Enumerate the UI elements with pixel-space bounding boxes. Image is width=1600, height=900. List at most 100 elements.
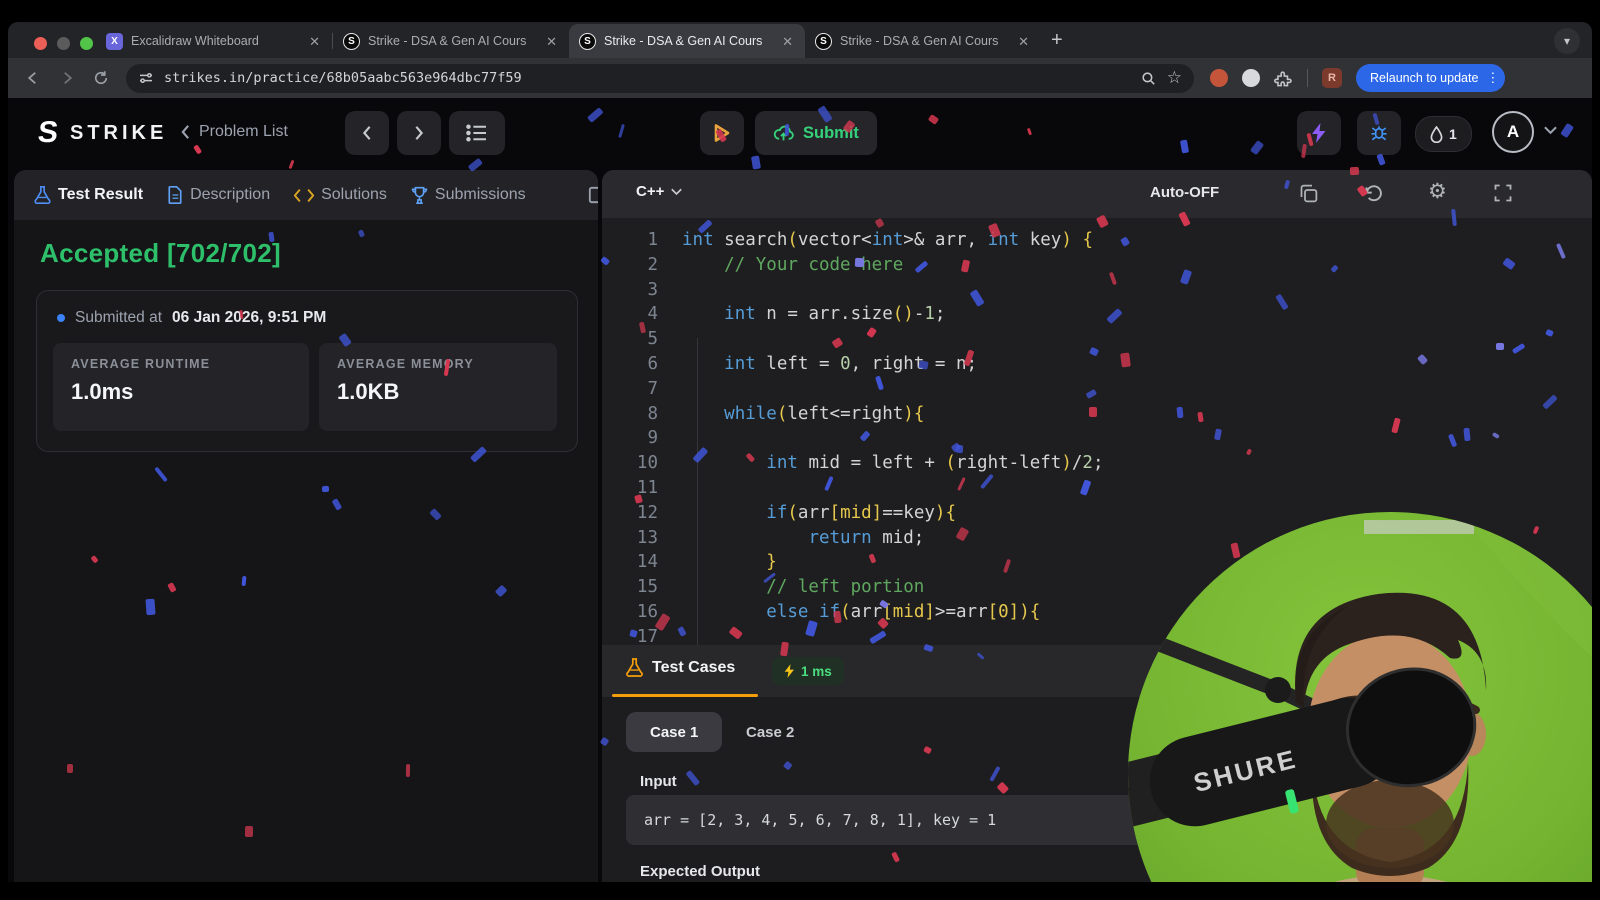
tab-close-icon[interactable]: ✕	[780, 33, 795, 50]
strike-logo-icon[interactable]: S	[36, 116, 59, 150]
account-chevron-icon[interactable]	[1544, 126, 1557, 135]
code-line[interactable]: 11	[602, 476, 1592, 501]
code-line[interactable]: 1 int search(vector<int>& arr, int key) {	[602, 228, 1592, 253]
testcases-label: Test Cases	[652, 658, 736, 676]
line-number: 8	[647, 403, 658, 424]
brand-name[interactable]: STRIKE	[70, 122, 167, 145]
back-icon[interactable]	[24, 69, 42, 87]
code-line[interactable]: 10 int mid = left + (right-left)/2;	[602, 451, 1592, 476]
bookmark-star-icon[interactable]: ☆	[1167, 68, 1182, 88]
language-label: C++	[636, 183, 665, 200]
new-tab-button[interactable]: +	[1051, 29, 1063, 52]
tab-close-icon[interactable]: ✕	[544, 33, 559, 50]
tab-solutions[interactable]: Solutions	[294, 186, 387, 204]
code-line[interactable]: 8 while(left<=right){	[602, 402, 1592, 427]
submit-button[interactable]: Submit	[755, 111, 877, 155]
chevron-left-icon	[181, 125, 189, 139]
runtime-badge: 1 ms	[772, 657, 844, 685]
expected-output-label: Expected Output	[640, 863, 761, 880]
code-brackets-icon	[294, 188, 315, 202]
code-line[interactable]: 2 // Your code here	[602, 253, 1592, 278]
browser-profile-avatar[interactable]: R	[1322, 68, 1342, 88]
problem-list-link[interactable]: Problem List	[180, 123, 288, 141]
code-line[interactable]: 3	[602, 278, 1592, 303]
case-1-button[interactable]: Case 1	[626, 712, 723, 752]
copy-icon[interactable]	[1298, 183, 1319, 204]
tab-test-cases[interactable]: Test Cases	[626, 658, 735, 677]
forward-icon[interactable]	[58, 69, 76, 87]
streak-counter[interactable]: 1	[1415, 116, 1472, 152]
case-2-button[interactable]: Case 2	[730, 712, 810, 752]
editor-settings-gear-icon[interactable]: ⚙	[1428, 179, 1447, 204]
line-number: 3	[647, 279, 658, 300]
debug-button[interactable]	[1357, 111, 1401, 155]
letterbox-top	[0, 0, 1600, 22]
browser-toolbar: strikes.in/practice/68b05aabc563e964dbc7…	[8, 58, 1592, 98]
code-line[interactable]: 9	[602, 426, 1592, 451]
line-number: 14	[636, 552, 658, 573]
tab-search-chevron-button[interactable]: ▾	[1554, 28, 1580, 54]
fullscreen-icon[interactable]	[1493, 183, 1513, 203]
code-line[interactable]: 7	[602, 377, 1592, 402]
tab-test-result[interactable]: Test Result	[34, 186, 143, 204]
code-text: int n = arr.size()-1;	[724, 304, 946, 325]
status-accepted: Accepted	[40, 238, 160, 268]
run-button[interactable]	[700, 111, 744, 155]
browser-tab-strike-3[interactable]: S Strike - DSA & Gen AI Cours ✕	[805, 24, 1041, 58]
prev-problem-button[interactable]	[345, 111, 389, 155]
line-number: 6	[647, 353, 658, 374]
extension-icons: R	[1210, 68, 1342, 88]
bullet-dot-icon	[57, 314, 65, 322]
line-number: 5	[647, 329, 658, 350]
problem-list-label: Problem List	[199, 123, 288, 140]
user-avatar[interactable]: A	[1492, 111, 1534, 153]
refresh-icon[interactable]	[92, 69, 110, 87]
letterbox-bottom	[0, 882, 1600, 900]
browser-tab-excalidraw[interactable]: X Excalidraw Whiteboard ✕	[96, 24, 332, 58]
reset-code-icon[interactable]	[1363, 183, 1384, 204]
extension-orange-icon[interactable]	[1210, 69, 1228, 87]
autocomplete-toggle[interactable]: Auto-OFF	[1150, 184, 1219, 201]
input-label: Input	[640, 773, 677, 790]
browser-tab-strike-1[interactable]: S Strike - DSA & Gen AI Cours ✕	[333, 24, 569, 58]
result-panel: Test Result Description Solutions Submis…	[14, 170, 598, 882]
browser-tab-strike-2-active[interactable]: S Strike - DSA & Gen AI Cours ✕	[569, 24, 805, 58]
status-score: [702/702]	[166, 238, 281, 268]
window-maximize-button[interactable]	[80, 37, 93, 50]
power-ups-button[interactable]	[1297, 111, 1341, 155]
language-selector[interactable]: C++	[636, 183, 683, 200]
next-problem-button[interactable]	[397, 111, 441, 155]
tab-close-icon[interactable]: ✕	[1016, 33, 1031, 50]
browser-menu-icon[interactable]: ⋮	[1486, 70, 1499, 86]
notes-icon[interactable]	[588, 186, 598, 204]
tab-description[interactable]: Description	[167, 186, 270, 204]
submit-label: Submit	[803, 123, 859, 142]
line-number: 9	[647, 428, 658, 449]
code-text: int mid = left + (right-left)/2;	[766, 453, 1104, 474]
url-bar[interactable]: strikes.in/practice/68b05aabc563e964dbc7…	[126, 63, 1194, 93]
strike-favicon-icon: S	[343, 32, 360, 50]
extensions-puzzle-icon[interactable]	[1274, 69, 1293, 88]
zoom-icon[interactable]	[1140, 70, 1157, 87]
site-info-icon[interactable]	[138, 70, 154, 86]
code-text: }	[766, 552, 777, 573]
code-line[interactable]: 6 int left = 0, right = n;	[602, 352, 1592, 377]
tab-title: Excalidraw Whiteboard	[131, 34, 259, 48]
window-minimize-button[interactable]	[57, 37, 70, 50]
line-number: 1	[647, 230, 658, 250]
line-number: 10	[636, 453, 658, 474]
url-text[interactable]: strikes.in/practice/68b05aabc563e964dbc7…	[164, 70, 1130, 86]
relaunch-button[interactable]: Relaunch to update ⋮	[1356, 64, 1506, 92]
tab-label: Test Result	[58, 186, 144, 203]
stat-value: 1.0ms	[71, 379, 134, 404]
problem-list-menu-button[interactable]	[449, 111, 505, 155]
code-line[interactable]: 4 int n = arr.size()-1;	[602, 302, 1592, 327]
window-close-button[interactable]	[34, 37, 47, 50]
result-panel-tabs: Test Result Description Solutions Submis…	[14, 170, 598, 220]
line-number: 13	[636, 527, 658, 548]
tab-close-icon[interactable]: ✕	[307, 33, 322, 50]
extension-light-icon[interactable]	[1242, 69, 1260, 87]
tab-submissions[interactable]: Submissions	[411, 186, 526, 204]
line-number: 16	[636, 601, 658, 622]
code-line[interactable]: 5	[602, 327, 1592, 352]
